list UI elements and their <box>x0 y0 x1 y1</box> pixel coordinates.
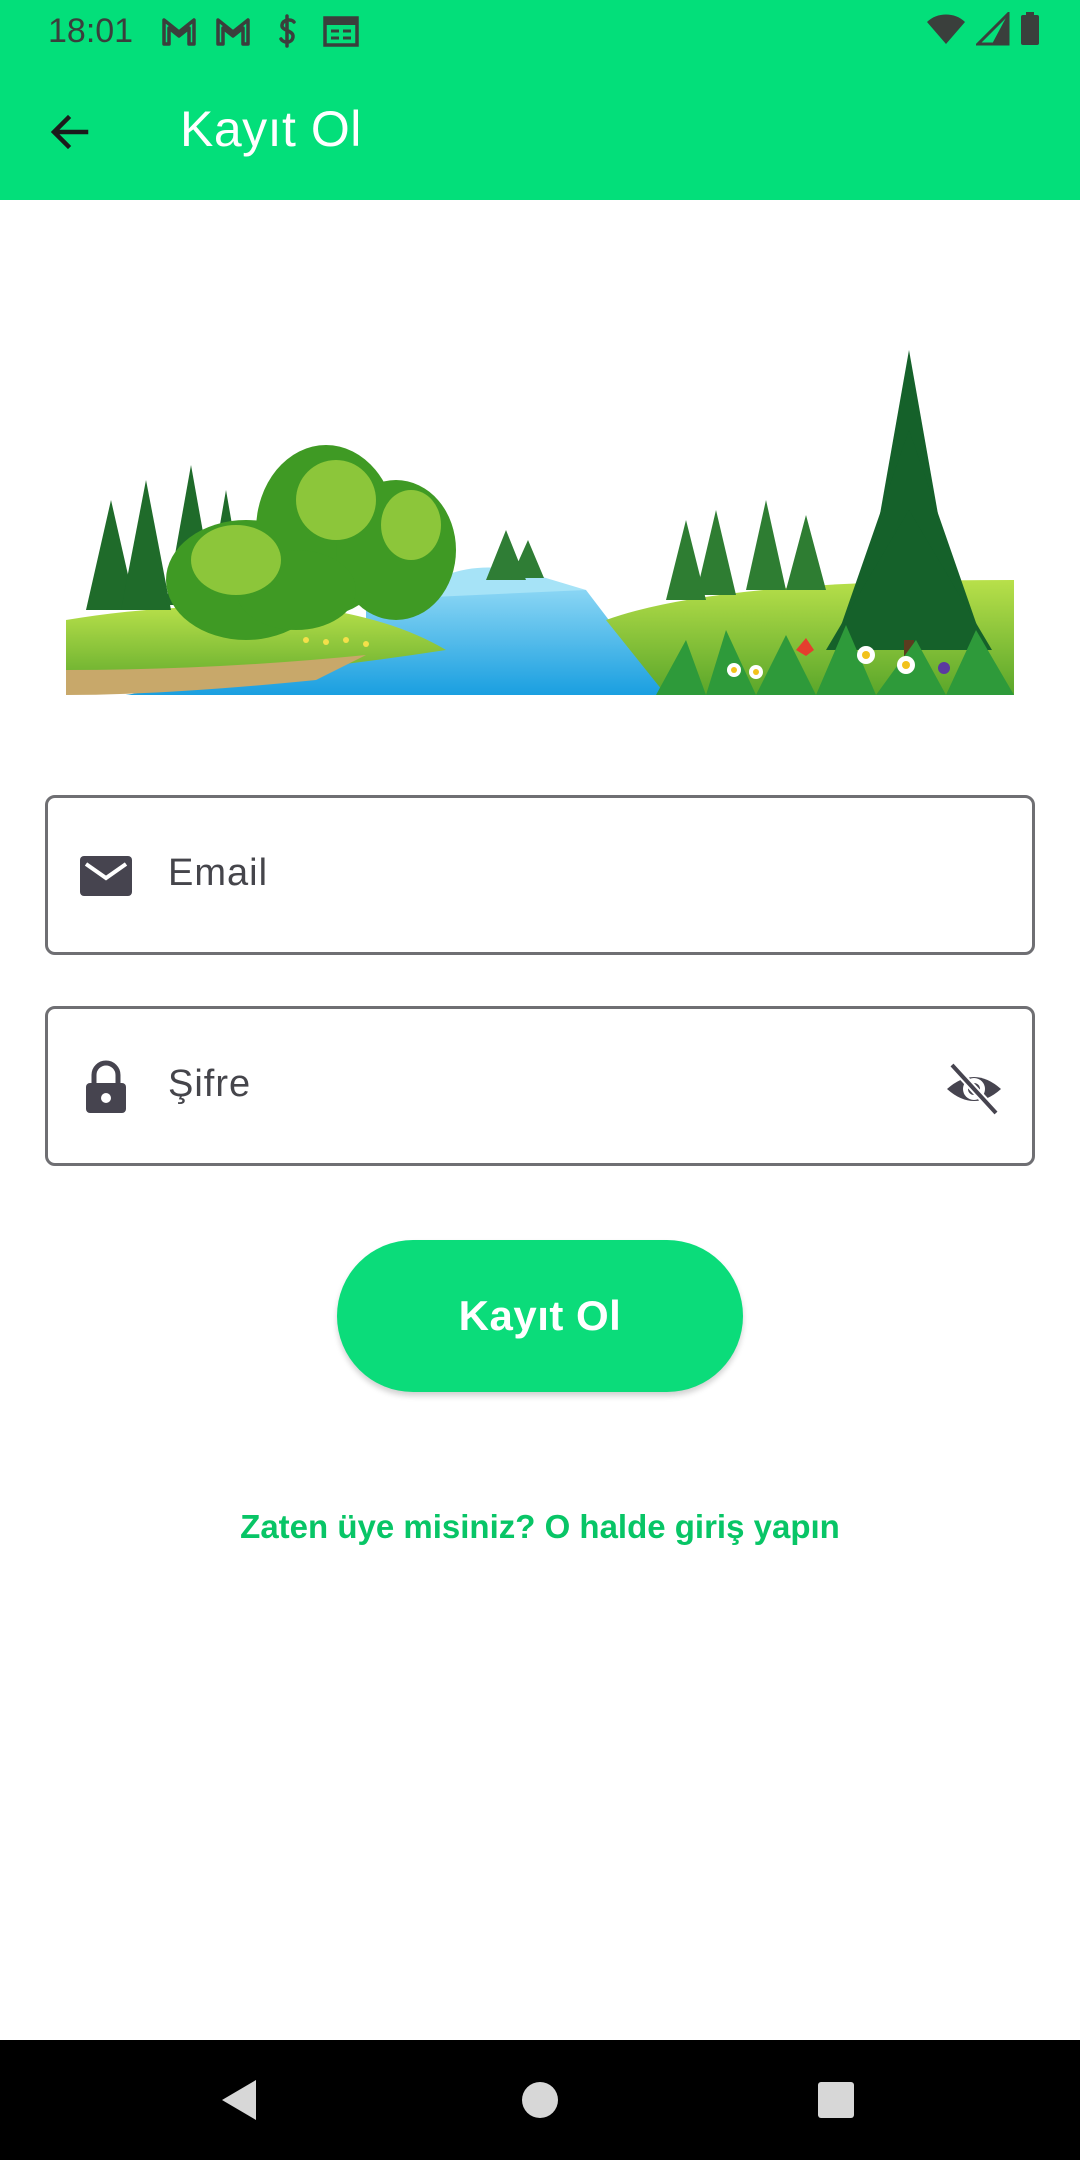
back-button[interactable] <box>30 92 110 172</box>
status-time: 18:01 <box>48 12 134 50</box>
notification-icons <box>160 14 360 48</box>
back-triangle-icon[interactable] <box>216 2072 272 2128</box>
app-bar: Kayıt Ol <box>0 62 1080 200</box>
wifi-icon <box>927 14 965 44</box>
email-field[interactable]: Email <box>45 795 1035 955</box>
email-placeholder: Email <box>168 852 269 894</box>
landscape-illustration <box>66 350 1014 695</box>
calendar-icon <box>323 16 359 47</box>
lock-icon <box>86 1060 126 1113</box>
sync-icon <box>279 14 296 48</box>
register-button-label: Kayıt Ol <box>458 1292 622 1339</box>
arrow-back-icon <box>50 114 89 150</box>
password-field[interactable]: Şifre <box>45 1006 1035 1166</box>
recents-square-icon[interactable] <box>808 2072 864 2128</box>
mail-icon <box>80 856 132 896</box>
navigation-bar <box>0 2040 1080 2160</box>
page-title: Kayıt Ol <box>180 101 362 157</box>
register-button[interactable]: Kayıt Ol <box>337 1240 743 1392</box>
battery-icon <box>1021 12 1039 45</box>
password-placeholder: Şifre <box>168 1063 252 1105</box>
signal-icon <box>976 12 1010 46</box>
login-link[interactable]: Zaten üye misiniz? O halde giriş yapın <box>0 1508 1080 1546</box>
visibility-off-icon[interactable] <box>944 1059 1004 1119</box>
gmail-icon <box>216 18 250 46</box>
status-bar: 18:01 <box>0 0 1080 62</box>
status-right-icons <box>926 12 1040 46</box>
home-circle-icon[interactable] <box>512 2072 568 2128</box>
gmail-icon <box>162 18 196 46</box>
